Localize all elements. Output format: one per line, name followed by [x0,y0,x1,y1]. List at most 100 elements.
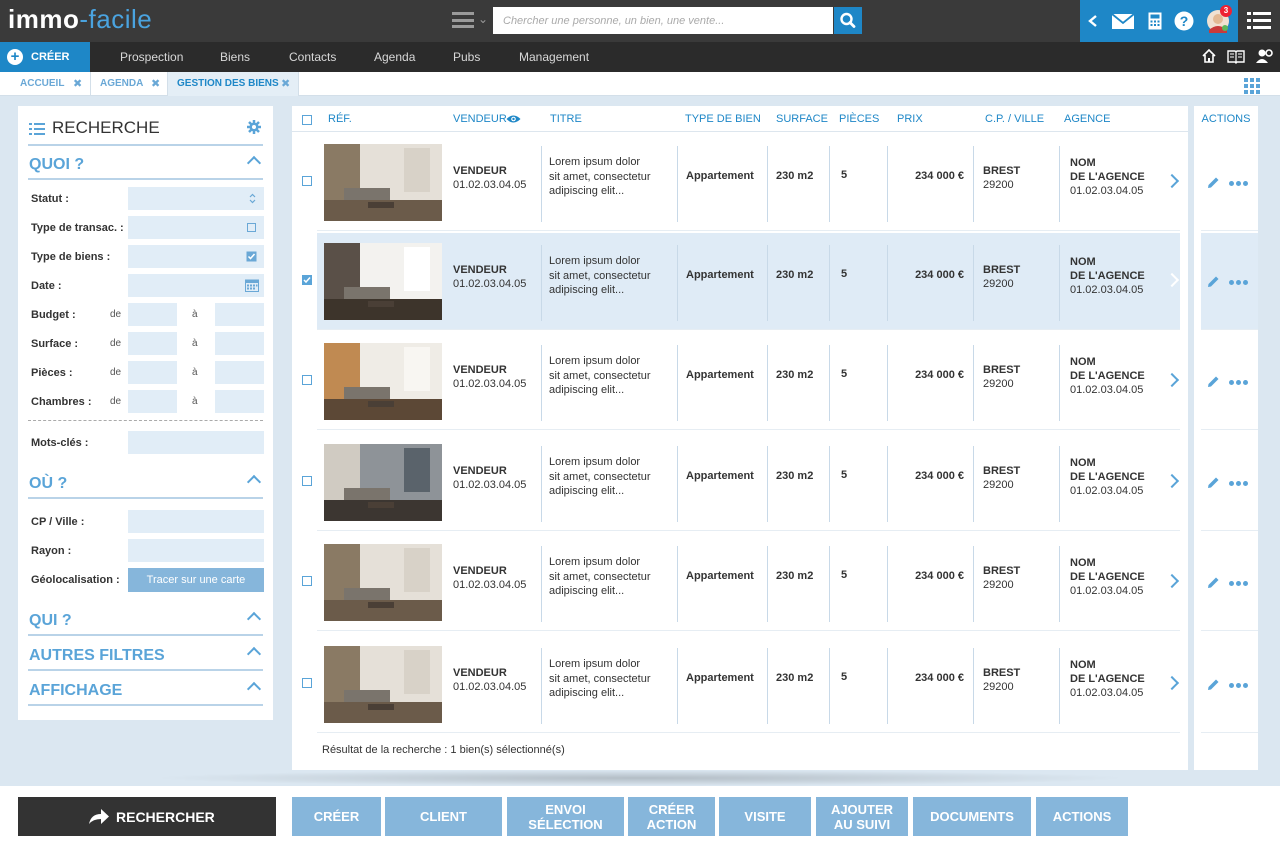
close-icon[interactable]: ✖ [281,72,290,96]
chevron-right-icon[interactable] [1164,272,1180,288]
budget-max-input[interactable] [215,303,264,326]
seller-name[interactable]: VENDEUR [453,264,507,276]
row-checkbox[interactable] [302,678,312,688]
seller-name[interactable]: VENDEUR [453,667,507,679]
rayon-input[interactable] [128,539,264,562]
creer-action-button[interactable]: CRÉER ACTION [628,797,715,836]
table-row[interactable]: VENDEUR 01.02.03.04.05 Lorem ipsum dolor… [317,233,1180,330]
menu-icon[interactable]: ⌄ [452,10,488,32]
col-header-ref[interactable]: RÉF. [328,113,352,125]
property-photo[interactable] [324,544,442,621]
chevron-left-icon[interactable] [1082,0,1104,42]
gear-icon[interactable] [247,120,261,134]
chambres-min-input[interactable] [128,390,177,413]
book-icon[interactable] [1227,48,1245,67]
seller-name[interactable]: VENDEUR [453,565,507,577]
date-input[interactable] [128,274,264,297]
more-icon[interactable] [1229,581,1251,587]
actions-button[interactable]: ACTIONS [1036,797,1128,836]
seller-name[interactable]: VENDEUR [453,364,507,376]
home-icon[interactable] [1201,48,1217,67]
surface-min-input[interactable] [128,332,177,355]
help-icon[interactable]: ? [1172,0,1196,42]
more-icon[interactable] [1229,181,1251,187]
row-checkbox[interactable] [302,576,312,586]
ajouter-au-suivi-button[interactable]: AJOUTER AU SUIVI [816,797,908,836]
more-icon[interactable] [1229,280,1251,286]
pieces-min-input[interactable] [128,361,177,384]
close-icon[interactable]: ✖ [73,72,82,96]
agency-name[interactable]: DE L'AGENCE [1070,471,1145,483]
agency-name[interactable]: DE L'AGENCE [1070,270,1145,282]
nav-item-pubs[interactable]: Pubs [453,50,480,64]
col-header-pieces[interactable]: PIÈCES [839,113,879,125]
surface-max-input[interactable] [215,332,264,355]
tab-accueil[interactable]: ACCUEIL ✖ [0,72,91,96]
section-autres-filtres[interactable]: AUTRES FILTRES [28,639,263,671]
edit-icon[interactable] [1206,678,1220,692]
budget-min-input[interactable] [128,303,177,326]
section-quoi[interactable]: QUOI ? [28,148,263,180]
app-logo[interactable]: immo-facile [8,4,152,35]
nav-item-biens[interactable]: Biens [220,50,250,64]
agency-name[interactable]: NOM [1070,256,1096,268]
row-checkbox[interactable] [302,375,312,385]
table-row[interactable]: VENDEUR 01.02.03.04.05 Lorem ipsum dolor… [317,636,1180,733]
list-menu-icon[interactable] [1238,0,1280,42]
tab-agenda[interactable]: AGENDA ✖ [91,72,168,96]
calculator-icon[interactable] [1144,0,1166,42]
table-row[interactable]: VENDEUR 01.02.03.04.05 Lorem ipsum dolor… [317,333,1180,430]
more-icon[interactable] [1229,481,1251,487]
more-icon[interactable] [1229,380,1251,386]
agency-name[interactable]: NOM [1070,157,1096,169]
agency-name[interactable]: NOM [1070,659,1096,671]
tab-gestion-des-biens[interactable]: GESTION DES BIENS ✖ [168,72,299,96]
visite-button[interactable]: VISITE [719,797,811,836]
mots-cles-input[interactable] [128,431,264,454]
seller-name[interactable]: VENDEUR [453,165,507,177]
section-qui[interactable]: QUI ? [28,604,263,636]
col-header-titre[interactable]: TITRE [550,113,582,125]
table-row[interactable]: VENDEUR 01.02.03.04.05 Lorem ipsum dolor… [317,534,1180,631]
edit-icon[interactable] [1206,576,1220,590]
statut-select[interactable] [128,187,264,210]
agency-name[interactable]: DE L'AGENCE [1070,571,1145,583]
agency-name[interactable]: NOM [1070,457,1096,469]
table-row[interactable]: VENDEUR 01.02.03.04.05 Lorem ipsum dolor… [317,134,1180,231]
edit-icon[interactable] [1206,375,1220,389]
creer-button[interactable]: CRÉER [292,797,381,836]
eye-icon[interactable] [506,114,521,124]
nav-item-prospection[interactable]: Prospection [120,50,183,64]
col-header-vendeur[interactable]: VENDEUR [453,113,507,125]
mail-icon[interactable] [1110,0,1136,42]
nav-item-contacts[interactable]: Contacts [289,50,336,64]
property-photo[interactable] [324,243,442,320]
agency-name[interactable]: NOM [1070,356,1096,368]
client-button[interactable]: CLIENT [385,797,502,836]
edit-icon[interactable] [1206,476,1220,490]
agency-name[interactable]: DE L'AGENCE [1070,370,1145,382]
col-header-type[interactable]: TYPE DE BIEN [685,113,761,125]
row-checkbox[interactable] [302,476,312,486]
agency-name[interactable]: NOM [1070,557,1096,569]
col-header-agence[interactable]: AGENCE [1064,113,1110,125]
property-photo[interactable] [324,444,442,521]
pieces-max-input[interactable] [215,361,264,384]
more-icon[interactable] [1229,683,1251,689]
search-input[interactable] [493,7,833,34]
table-row[interactable]: VENDEUR 01.02.03.04.05 Lorem ipsum dolor… [317,434,1180,531]
col-header-prix[interactable]: PRIX [897,113,923,125]
chambres-max-input[interactable] [215,390,264,413]
draw-map-button[interactable]: Tracer sur une carte [128,568,264,592]
col-header-cp-ville[interactable]: C.P. / VILLE [985,113,1044,125]
nav-item-agenda[interactable]: Agenda [374,50,415,64]
agency-name[interactable]: DE L'AGENCE [1070,171,1145,183]
chevron-right-icon[interactable] [1164,173,1180,189]
agency-name[interactable]: DE L'AGENCE [1070,673,1145,685]
col-header-surface[interactable]: SURFACE [776,113,828,125]
section-affichage[interactable]: AFFICHAGE [28,674,263,706]
select-all-checkbox[interactable] [302,115,312,125]
row-checkbox[interactable] [302,176,312,186]
edit-icon[interactable] [1206,176,1220,190]
row-checkbox-checked[interactable] [302,275,312,285]
